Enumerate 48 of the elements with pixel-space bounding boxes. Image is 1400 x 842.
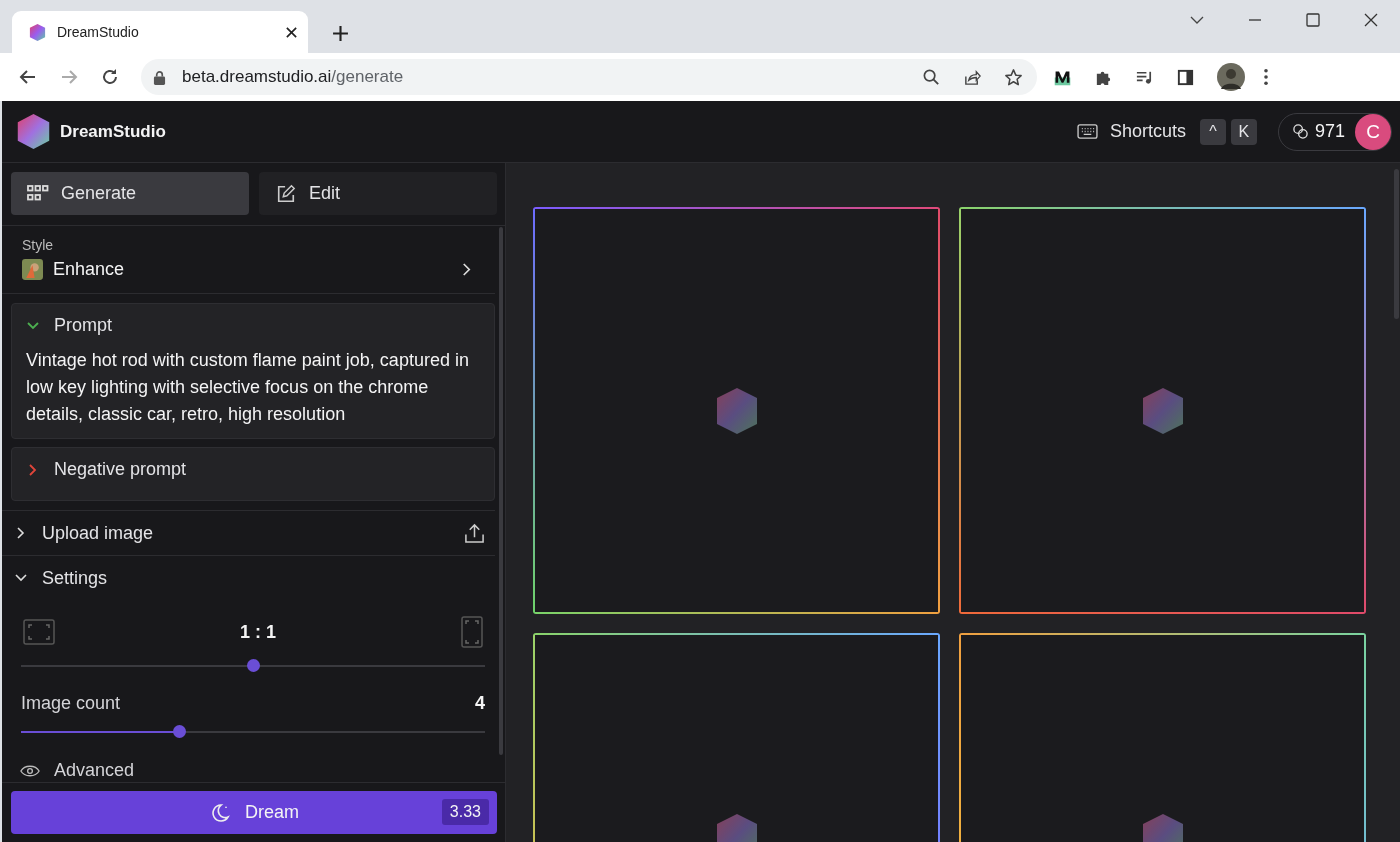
more-options-icon[interactable] bbox=[1263, 68, 1269, 86]
upload-icon bbox=[464, 522, 485, 544]
style-thumbnail-icon bbox=[22, 259, 43, 280]
star-icon[interactable] bbox=[1004, 67, 1023, 87]
hexagon-logo-icon bbox=[15, 113, 52, 150]
reload-icon[interactable] bbox=[100, 67, 120, 87]
mode-tab[interactable]: Edit bbox=[259, 172, 497, 215]
image-count-label: Image count bbox=[21, 693, 121, 714]
moon-icon bbox=[209, 801, 231, 824]
style-value: Enhance bbox=[53, 259, 125, 280]
address-bar[interactable]: beta.dreamstudio.ai/generate bbox=[141, 59, 1037, 95]
maximize-icon[interactable] bbox=[1305, 12, 1321, 28]
lock-icon bbox=[153, 69, 166, 85]
edit-icon bbox=[275, 183, 297, 204]
prompt-header[interactable]: Prompt bbox=[26, 304, 480, 347]
profile-avatar-icon[interactable] bbox=[1217, 63, 1245, 91]
close-icon[interactable] bbox=[1363, 12, 1379, 28]
advanced-toggle[interactable]: Advanced bbox=[54, 760, 135, 781]
user-avatar[interactable]: C bbox=[1355, 113, 1391, 150]
coins-icon bbox=[1291, 123, 1309, 140]
new-tab-icon[interactable] bbox=[332, 25, 349, 42]
style-label: Style bbox=[22, 237, 55, 253]
close-icon[interactable] bbox=[285, 25, 298, 39]
image-placeholder[interactable] bbox=[959, 207, 1366, 614]
slider-thumb[interactable] bbox=[247, 659, 260, 672]
cost-badge: 3.33 bbox=[441, 799, 489, 825]
image-placeholder[interactable] bbox=[533, 207, 940, 614]
key-badge: ^ bbox=[1199, 118, 1226, 145]
slider-thumb[interactable] bbox=[172, 725, 186, 738]
aspect-ratio-value: 1 : 1 bbox=[240, 621, 276, 643]
settings-header[interactable]: Settings bbox=[2, 556, 495, 600]
search-icon[interactable] bbox=[922, 67, 941, 87]
shortcuts-link[interactable]: Shortcuts bbox=[1109, 121, 1186, 142]
mode-tab[interactable]: Generate bbox=[11, 172, 249, 215]
prompt-header[interactable]: Negative prompt bbox=[26, 448, 480, 491]
chevron-right-icon bbox=[461, 262, 472, 277]
prompt-text[interactable]: Vintage hot rod with custom flame paint job, captured in low key lighting with selective focus on the chrome details, classic car, retro, high resolution bbox=[26, 347, 480, 429]
dream-button[interactable]: Dream 3.33 bbox=[11, 791, 497, 834]
credit-count: 971 bbox=[1314, 121, 1345, 142]
keyboard-icon bbox=[1076, 123, 1098, 140]
eye-icon bbox=[20, 763, 40, 778]
style-selector[interactable]: Style Enhance bbox=[2, 226, 495, 294]
hexagon-logo-icon bbox=[28, 22, 47, 42]
key-badge: K bbox=[1230, 118, 1257, 145]
app-name: DreamStudio bbox=[60, 121, 166, 142]
image-count-value: 4 bbox=[475, 693, 485, 714]
side-panel-icon[interactable] bbox=[1176, 67, 1195, 87]
upload-image-header[interactable]: Upload image bbox=[2, 510, 495, 556]
